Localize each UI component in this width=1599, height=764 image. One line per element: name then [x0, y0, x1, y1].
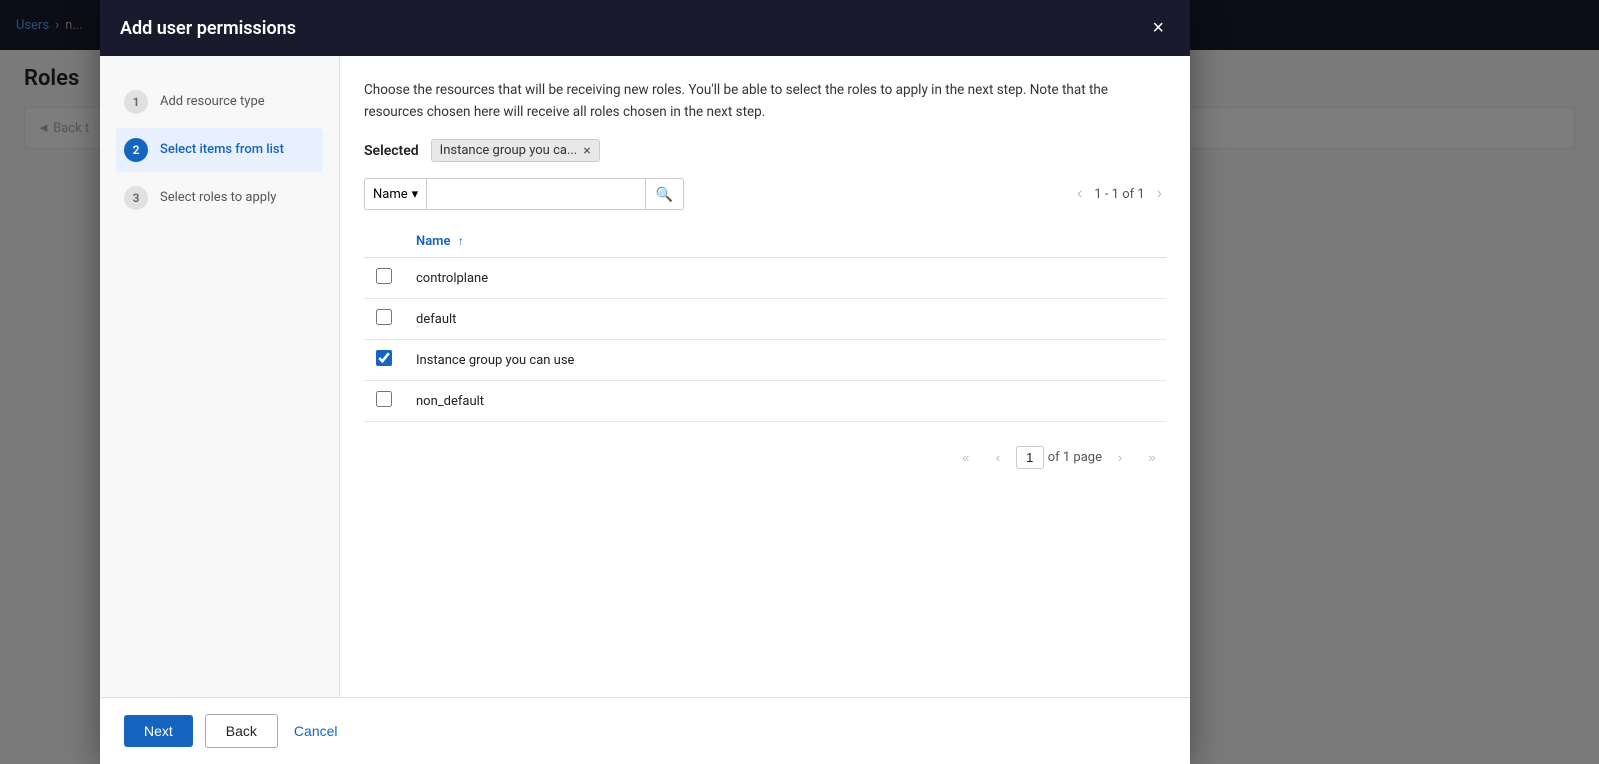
- search-bar: Name ▾ 🔍: [364, 178, 684, 210]
- table-header-row: Name ▾ 🔍 ‹ 1 - 1 of 1 ›: [364, 178, 1166, 210]
- modal-footer: Next Back Cancel: [100, 697, 1190, 764]
- items-table: Name ↑ controlplanedefaultInstance group…: [364, 226, 1166, 422]
- selected-label: Selected: [364, 143, 419, 159]
- table-name-header[interactable]: Name ↑: [404, 226, 1166, 258]
- top-next-button[interactable]: ›: [1153, 183, 1166, 205]
- sort-icon: ↑: [458, 234, 464, 248]
- bottom-pagination: « ‹ 1 of 1 page › »: [364, 438, 1166, 477]
- top-pagination: ‹ 1 - 1 of 1 ›: [1073, 183, 1166, 205]
- next-page-button[interactable]: ›: [1106, 446, 1134, 469]
- modal-title: Add user permissions: [120, 18, 296, 39]
- table-row: controlplane: [364, 258, 1166, 299]
- row-name-default: default: [404, 299, 1166, 340]
- checkbox-controlplane[interactable]: [376, 268, 392, 284]
- step-2-label: Select items from list: [160, 138, 284, 159]
- pagination-of-text: of 1 page: [1048, 450, 1102, 465]
- search-filter-label: Name: [373, 187, 408, 202]
- table-row: non_default: [364, 381, 1166, 422]
- first-page-button[interactable]: «: [952, 446, 980, 469]
- step-1-label: Add resource type: [160, 90, 265, 111]
- cancel-button[interactable]: Cancel: [290, 715, 342, 747]
- modal-close-button[interactable]: ×: [1146, 16, 1170, 40]
- search-button[interactable]: 🔍: [645, 178, 684, 210]
- modal-body: 1 Add resource type 2 Select items from …: [100, 56, 1190, 697]
- selected-row: Selected Instance group you ca... ×: [364, 139, 1166, 162]
- row-name-non_default: non_default: [404, 381, 1166, 422]
- step-2-number: 2: [124, 138, 148, 162]
- chevron-down-icon: ▾: [412, 187, 419, 202]
- prev-page-button[interactable]: ‹: [984, 446, 1012, 469]
- modal-main-content: Choose the resources that will be receiv…: [340, 56, 1190, 697]
- search-filter-select[interactable]: Name ▾: [364, 178, 426, 210]
- steps-sidebar: 1 Add resource type 2 Select items from …: [100, 56, 340, 697]
- step-2-item: 2 Select items from list: [116, 128, 323, 172]
- step-3-label: Select roles to apply: [160, 186, 276, 207]
- modal: Add user permissions × 1 Add resource ty…: [100, 0, 1190, 764]
- step-3-number: 3: [124, 186, 148, 210]
- selected-tag: Instance group you ca... ×: [431, 139, 600, 162]
- checkbox-non_default[interactable]: [376, 391, 392, 407]
- checkbox-default[interactable]: [376, 309, 392, 325]
- modal-header: Add user permissions ×: [100, 0, 1190, 56]
- next-button[interactable]: Next: [124, 715, 193, 747]
- search-icon: 🔍: [656, 186, 673, 203]
- table-checkbox-header: [364, 226, 404, 258]
- description-text: Choose the resources that will be receiv…: [364, 80, 1166, 123]
- tag-remove-button[interactable]: ×: [583, 144, 590, 158]
- row-name-instance-group: Instance group you can use: [404, 340, 1166, 381]
- last-page-button[interactable]: »: [1138, 446, 1166, 469]
- checkbox-instance-group[interactable]: [376, 350, 392, 366]
- top-prev-button[interactable]: ‹: [1073, 183, 1086, 205]
- tag-text: Instance group you ca...: [440, 143, 578, 158]
- back-button[interactable]: Back: [205, 714, 278, 748]
- current-page-button[interactable]: 1: [1016, 446, 1044, 469]
- search-input[interactable]: [426, 178, 644, 210]
- table-row: default: [364, 299, 1166, 340]
- step-1-item: 1 Add resource type: [116, 80, 323, 124]
- step-3-item: 3 Select roles to apply: [116, 176, 323, 220]
- table-row: Instance group you can use: [364, 340, 1166, 381]
- row-name-controlplane: controlplane: [404, 258, 1166, 299]
- top-pagination-info: 1 - 1 of 1: [1094, 187, 1144, 202]
- step-1-number: 1: [124, 90, 148, 114]
- modal-overlay: Add user permissions × 1 Add resource ty…: [0, 0, 1599, 764]
